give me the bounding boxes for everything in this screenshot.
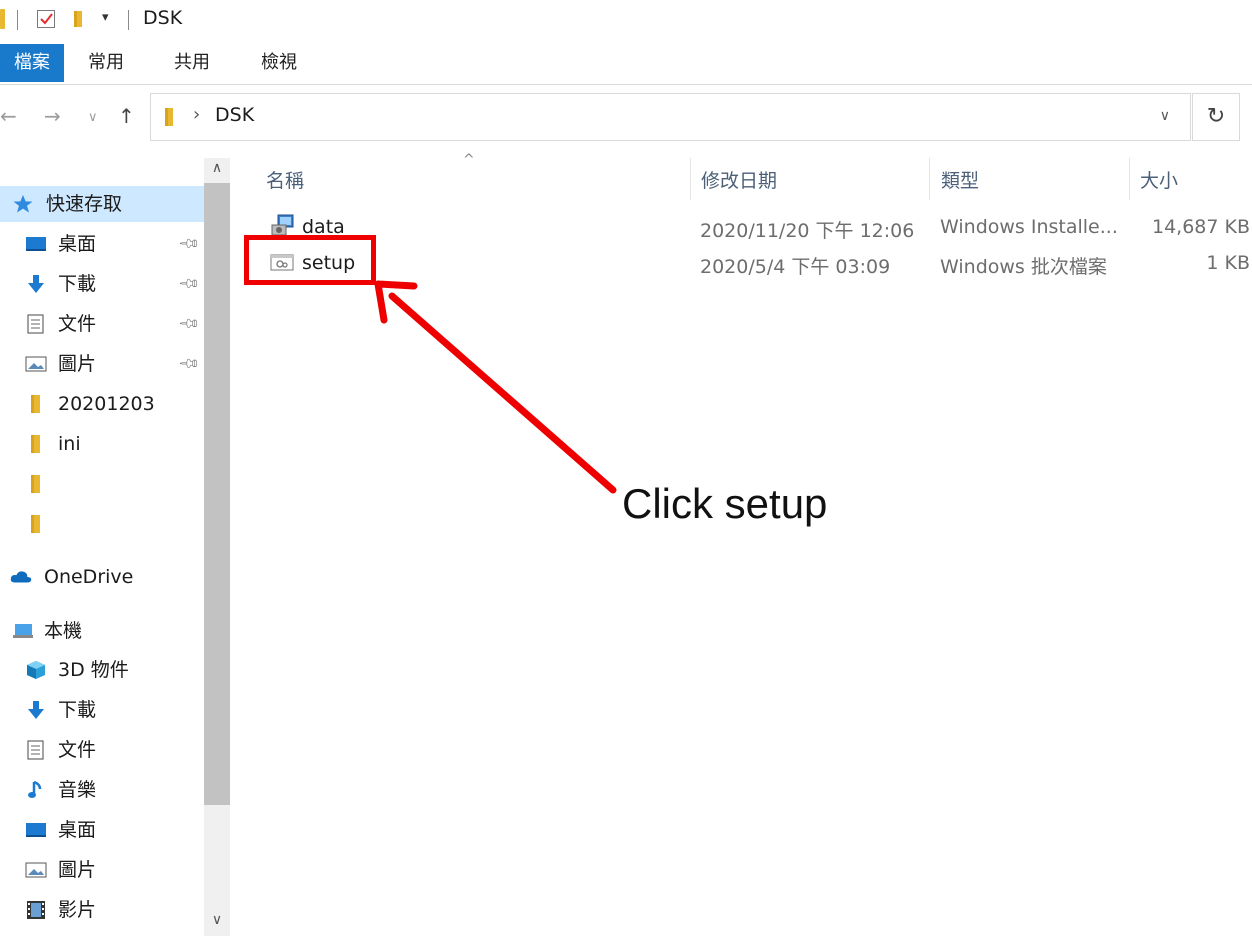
annotation-text: Click setup bbox=[622, 480, 828, 527]
annotation-arrow bbox=[374, 280, 617, 494]
